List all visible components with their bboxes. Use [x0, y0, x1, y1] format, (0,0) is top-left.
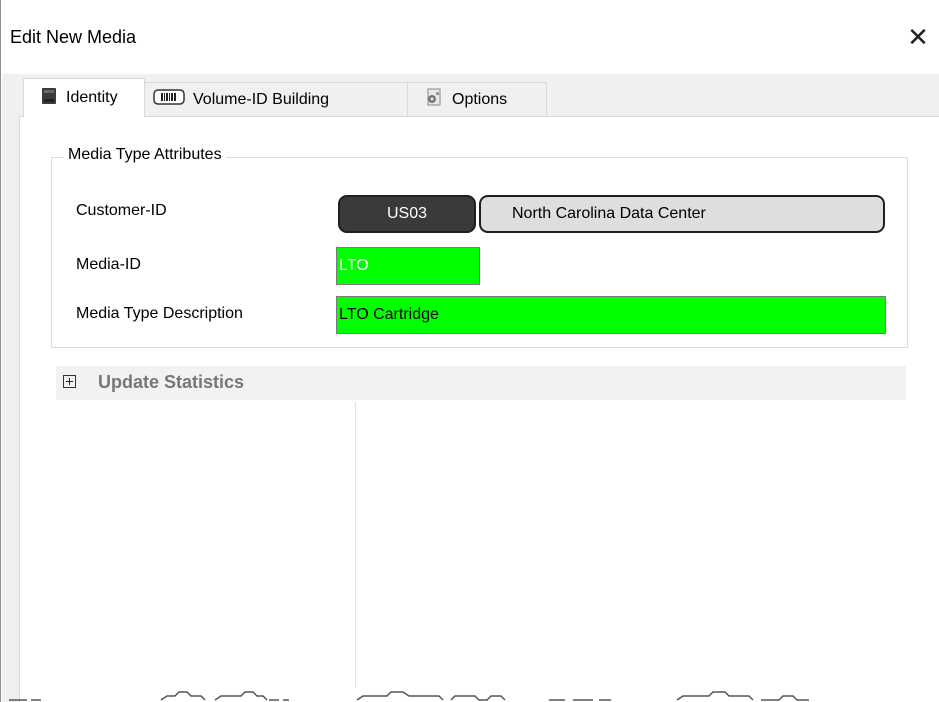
- media-type-description-field[interactable]: LTO Cartridge: [336, 296, 886, 334]
- tab-volume-id-building[interactable]: Volume-ID Building: [144, 82, 408, 116]
- title-bar: Edit New Media ✕: [1, 0, 939, 74]
- group-legend: Media Type Attributes: [64, 146, 226, 164]
- update-statistics-label: Update Statistics: [98, 372, 245, 392]
- tab-identity[interactable]: Identity: [23, 78, 145, 117]
- cropped-bottom-edge: [1, 688, 939, 702]
- window-title: Edit New Media: [10, 27, 137, 47]
- barcode-icon: [153, 87, 185, 112]
- media-type-description-label: Media Type Description: [76, 305, 243, 322]
- tab-label: Options: [452, 90, 508, 108]
- tab-label: Volume-ID Building: [193, 90, 330, 108]
- edit-new-media-dialog: Edit New Media ✕ Identity Volume-ID Buil…: [0, 0, 939, 702]
- customer-id-label: Customer-ID: [76, 202, 167, 219]
- options-gear-icon: [424, 87, 444, 112]
- media-id-label: Media-ID: [76, 256, 141, 273]
- tape-cartridge-icon: [40, 86, 58, 111]
- expand-plus-icon[interactable]: [63, 375, 76, 388]
- tab-options[interactable]: Options: [407, 82, 547, 116]
- customer-name-button[interactable]: North Carolina Data Center: [479, 195, 885, 233]
- panel-splitter[interactable]: [355, 402, 356, 687]
- customer-id-code-button[interactable]: US03: [338, 195, 476, 233]
- update-statistics-header[interactable]: Update Statistics: [56, 366, 906, 400]
- close-button[interactable]: ✕: [905, 24, 931, 50]
- tab-label: Identity: [66, 89, 118, 106]
- media-id-field[interactable]: LTO: [336, 247, 480, 285]
